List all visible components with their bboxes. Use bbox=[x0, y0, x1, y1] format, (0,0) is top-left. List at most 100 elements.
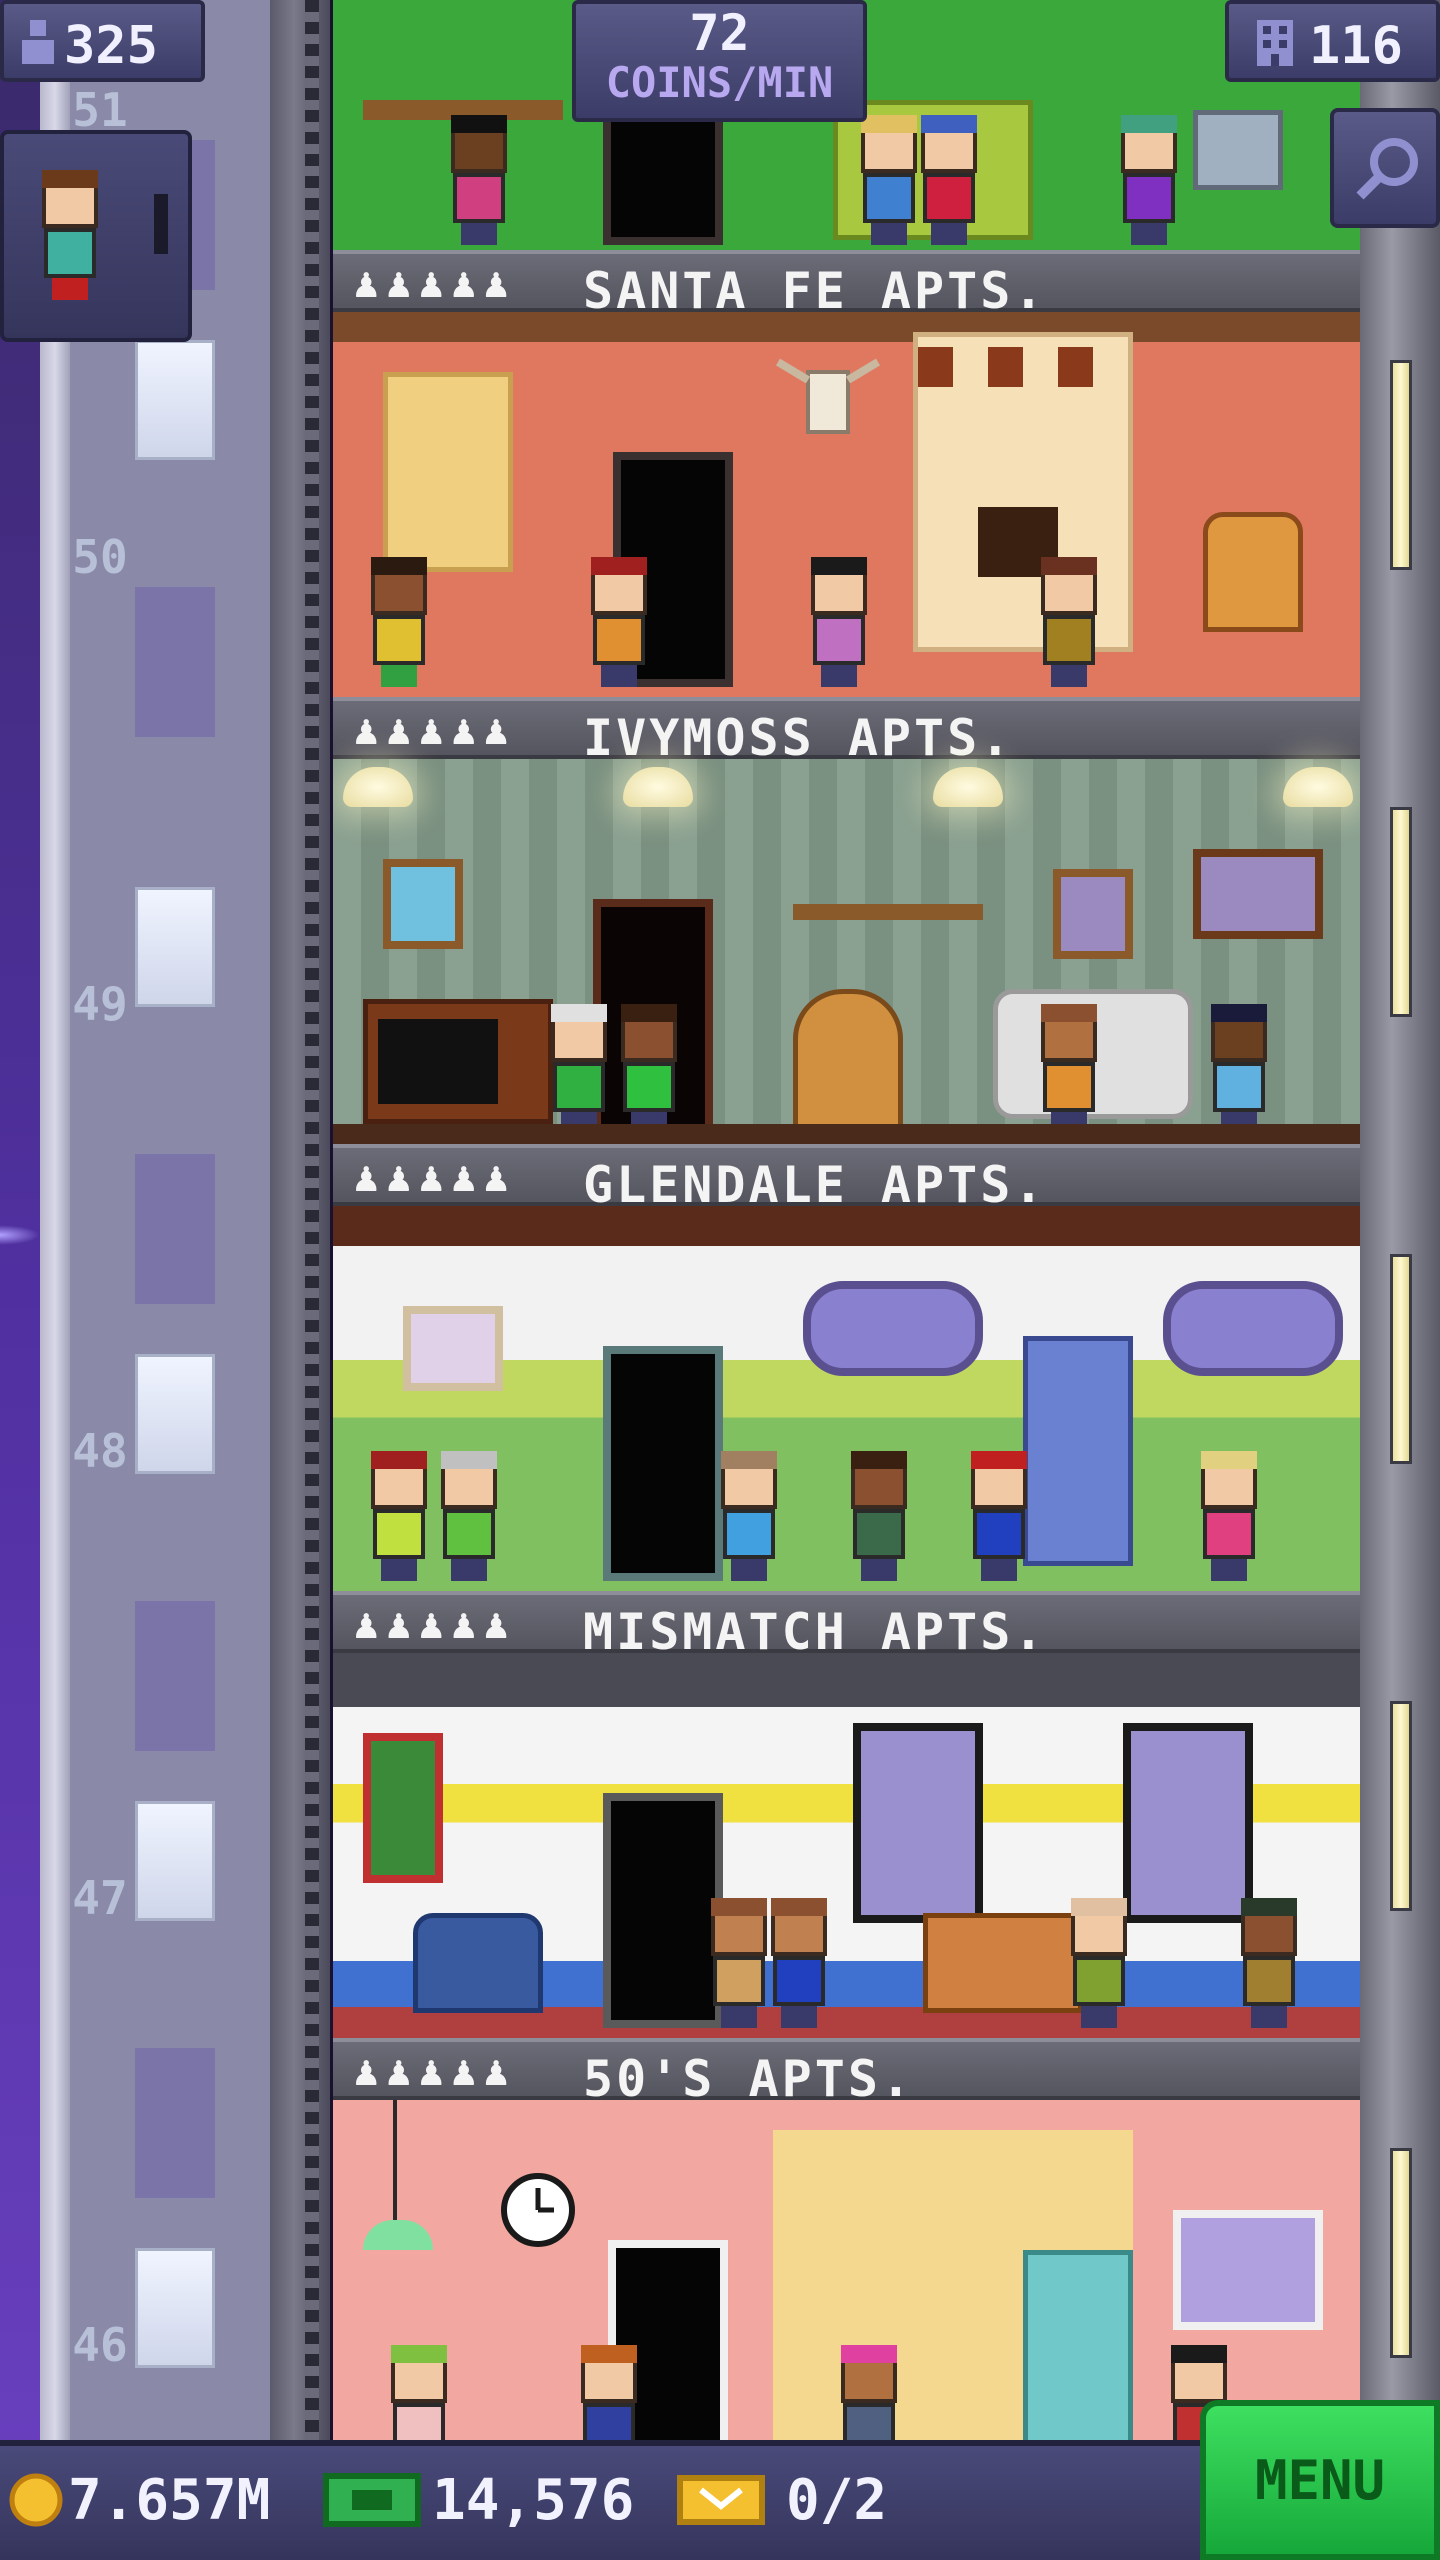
armchair bbox=[413, 1913, 543, 2013]
wall-picture bbox=[1053, 869, 1133, 959]
alert-icon bbox=[154, 194, 168, 254]
resident[interactable] bbox=[1203, 1004, 1275, 1134]
lamp-cord bbox=[393, 2100, 397, 2230]
residents-icon: ♟♟♟♟♟ bbox=[351, 266, 514, 306]
residents-icon: ♟♟♟♟♟ bbox=[351, 1607, 514, 1647]
room-door bbox=[603, 1346, 723, 1581]
pendant-lamp bbox=[363, 2220, 433, 2250]
shaft-segment bbox=[75, 1481, 270, 1928]
room-glendale bbox=[333, 1206, 1360, 1591]
ceiling-beams bbox=[333, 1206, 1360, 1246]
wall-rug bbox=[383, 372, 513, 572]
floor-banner: ♟♟♟♟♟ GLENDALE APTS. bbox=[333, 1144, 1360, 1214]
floor-glendale[interactable]: ♟♟♟♟♟ GLENDALE APTS. bbox=[333, 1144, 1360, 1591]
floor-number-48: 48 bbox=[72, 1424, 128, 1478]
wall-light bbox=[1390, 360, 1412, 570]
wall-picture bbox=[363, 1733, 443, 1883]
coins-value: 7.657M bbox=[68, 2468, 271, 2533]
tv-set bbox=[363, 999, 553, 1124]
resident[interactable] bbox=[1033, 1004, 1105, 1134]
resident[interactable] bbox=[1063, 1898, 1135, 2028]
room-santa-fe bbox=[333, 312, 1360, 697]
ceiling-lamp bbox=[933, 767, 1003, 807]
bux-value: 14,576 bbox=[432, 2468, 635, 2533]
floor-banner: ♟♟♟♟♟ SANTA FE APTS. bbox=[333, 250, 1360, 320]
floor-number-51: 51 bbox=[72, 83, 128, 137]
wall-window bbox=[853, 1723, 983, 1923]
tower-view[interactable]: 51 50 49 48 47 46 ♟♟♟♟♟ SANTA FE APTS. ♟… bbox=[0, 0, 1440, 2560]
couch bbox=[923, 1913, 1083, 2013]
floor-count-value: 116 bbox=[1309, 16, 1403, 76]
population-value: 325 bbox=[64, 16, 158, 76]
floor-counter[interactable]: 116 bbox=[1225, 0, 1440, 82]
floor-banner: ♟♟♟♟♟ IVYMOSS APTS. bbox=[333, 697, 1360, 767]
floor-mismatch[interactable]: ♟♟♟♟♟ MISMATCH APTS. bbox=[333, 1591, 1360, 2038]
wall-light bbox=[1390, 1254, 1412, 1464]
room-mismatch bbox=[333, 1653, 1360, 2038]
visitor-avatar bbox=[34, 170, 106, 300]
coins-per-min-counter: 72 COINS/MIN bbox=[572, 0, 867, 122]
wall-picture bbox=[383, 859, 463, 949]
visitor-notification[interactable] bbox=[0, 130, 192, 342]
resident[interactable] bbox=[363, 557, 435, 687]
floor-banner: ♟♟♟♟♟ 50'S APTS. bbox=[333, 2038, 1360, 2108]
resident[interactable] bbox=[803, 557, 875, 687]
wall-window bbox=[1123, 1723, 1253, 1923]
resident[interactable] bbox=[843, 1451, 915, 1581]
resident[interactable] bbox=[443, 115, 515, 245]
ceiling-lamp bbox=[343, 767, 413, 807]
ceiling-lamp bbox=[1283, 767, 1353, 807]
resident[interactable] bbox=[763, 1898, 835, 2028]
shaft-segment bbox=[75, 1034, 270, 1481]
shaft-rail bbox=[270, 0, 330, 2440]
resident[interactable] bbox=[913, 115, 985, 245]
residents-icon: ♟♟♟♟♟ bbox=[351, 1160, 514, 1200]
resident[interactable] bbox=[433, 1451, 505, 1581]
floor-number-46: 46 bbox=[72, 2318, 128, 2372]
floor-banner: ♟♟♟♟♟ MISMATCH APTS. bbox=[333, 1591, 1360, 1661]
resident[interactable] bbox=[583, 557, 655, 687]
shaft-segment bbox=[75, 587, 270, 1034]
wall-light bbox=[1390, 807, 1412, 1017]
search-button[interactable] bbox=[1330, 108, 1440, 228]
floor-number-50: 50 bbox=[72, 530, 128, 584]
resident[interactable] bbox=[963, 1451, 1035, 1581]
resident[interactable] bbox=[543, 1004, 615, 1134]
sky-star bbox=[0, 1225, 40, 1245]
resident[interactable] bbox=[613, 1004, 685, 1134]
floor-santa-fe[interactable]: ♟♟♟♟♟ SANTA FE APTS. bbox=[333, 250, 1360, 697]
wall-picture bbox=[403, 1306, 503, 1391]
resident[interactable] bbox=[1113, 115, 1185, 245]
ceiling-beams bbox=[333, 312, 1360, 342]
floor-number-47: 47 bbox=[72, 1871, 128, 1925]
sky-background bbox=[0, 0, 40, 2560]
menu-button[interactable]: MENU bbox=[1200, 2400, 1440, 2560]
wall-light bbox=[1390, 1701, 1412, 1911]
bux-icon bbox=[322, 2468, 422, 2538]
resident[interactable] bbox=[713, 1451, 785, 1581]
resident[interactable] bbox=[1033, 557, 1105, 687]
tickets-value: 0/2 bbox=[786, 2468, 888, 2533]
coins-per-min-unit: COINS/MIN bbox=[605, 58, 834, 107]
floor-ivymoss[interactable]: ♟♟♟♟♟ IVYMOSS APTS. bbox=[333, 697, 1360, 1144]
person-icon bbox=[18, 18, 58, 70]
computer bbox=[1193, 110, 1283, 190]
wall-window bbox=[1173, 2210, 1323, 2330]
shaft-segment bbox=[75, 1928, 270, 2375]
coin-icon bbox=[8, 2468, 64, 2538]
wall-window bbox=[803, 1281, 983, 1376]
resident[interactable] bbox=[363, 1451, 435, 1581]
floor-boards bbox=[333, 1124, 1360, 1144]
skull-icon bbox=[773, 352, 883, 442]
room-ivymoss bbox=[333, 759, 1360, 1144]
resident[interactable] bbox=[1193, 1451, 1265, 1581]
armchair bbox=[1203, 512, 1303, 632]
coins-per-min-value: 72 bbox=[689, 4, 750, 62]
shaft-cable bbox=[305, 0, 319, 2440]
magnifier-icon bbox=[1352, 132, 1424, 208]
ticket-icon bbox=[676, 2468, 766, 2538]
floor-number-49: 49 bbox=[72, 977, 128, 1031]
building-icon bbox=[1253, 18, 1297, 72]
resident[interactable] bbox=[1233, 1898, 1305, 2028]
population-counter[interactable]: 325 bbox=[0, 0, 205, 82]
